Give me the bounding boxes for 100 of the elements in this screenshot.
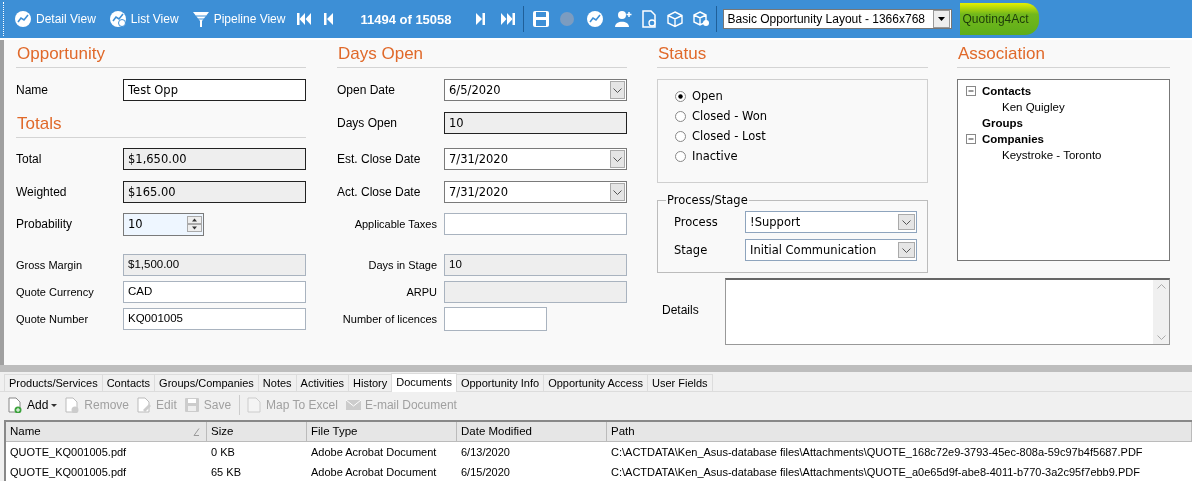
text-field[interactable]: KQ001005 [123, 308, 306, 330]
radio-button[interactable] [675, 150, 686, 162]
tab[interactable]: Groups/Companies [154, 374, 259, 391]
collapse-icon[interactable] [966, 86, 976, 96]
section-heading: Status [658, 45, 707, 62]
addon-link[interactable]: Quoting4Act [959, 3, 1039, 35]
table-cell-text: 0 KB [210, 446, 236, 458]
column-header[interactable]: Size [207, 422, 307, 441]
group-legend: Process/Stage [666, 193, 749, 207]
chart-icon[interactable] [108, 10, 127, 28]
table-cell-text: 6/15/2020 [460, 466, 511, 478]
scroll-up-icon[interactable] [1156, 284, 1166, 289]
details-field[interactable] [725, 278, 1170, 345]
tab[interactable]: Opportunity Access [543, 374, 648, 391]
caret-icon [613, 156, 622, 162]
text-field[interactable] [444, 213, 627, 235]
field-label: Days in Stage [367, 259, 438, 271]
text-field[interactable]: $1,650.00 [123, 148, 306, 170]
spinner-field[interactable]: 10 [123, 212, 204, 236]
column-header[interactable]: Path [607, 422, 1192, 441]
date-field[interactable]: 7/31/2020 [444, 148, 627, 170]
text-field[interactable]: $1,500.00 [123, 254, 306, 276]
text-field[interactable] [444, 307, 547, 331]
field-label: Details [661, 302, 700, 319]
table-cell-text: 6/13/2020 [460, 446, 511, 458]
tab[interactable]: User Fields [646, 374, 713, 391]
spin-down-icon[interactable] [187, 224, 202, 232]
radio-label[interactable]: Closed - Won [692, 109, 768, 123]
dropdown-field[interactable]: Initial Communication [745, 239, 917, 261]
table-cell-text: C:\ACTDATA\Ken_Asus-database files\Attachments\QUOTE_a0e65d9f-abe8-4011-b770-3a2c95f7ebb9.PDF [610, 466, 1141, 478]
chart-icon[interactable] [14, 10, 32, 28]
caret-icon [937, 17, 945, 21]
text-field[interactable]: CAD [123, 281, 306, 303]
radio-label[interactable]: Open [692, 89, 723, 103]
tree-item[interactable]: Companies [982, 133, 1044, 145]
scroll-down-icon[interactable] [1156, 335, 1166, 340]
field-label: Quote Number [16, 313, 90, 325]
table-cell-text: QUOTE_KQ001005.pdf [9, 446, 128, 458]
document-icon [246, 397, 264, 413]
tree-item[interactable]: Groups [982, 117, 1023, 129]
last-record-icon[interactable] [498, 10, 517, 28]
date-field[interactable]: 7/31/2020 [444, 181, 627, 203]
field-label: Name [16, 83, 49, 97]
document-icon[interactable] [639, 10, 658, 28]
text-field[interactable]: 10 [444, 254, 627, 276]
collapse-icon[interactable] [966, 134, 976, 144]
radio-label[interactable]: Closed - Lost [692, 129, 766, 143]
text-field[interactable]: $165.00 [123, 181, 306, 203]
tree-item[interactable]: Ken Quigley [1002, 101, 1065, 113]
layout-dropdown[interactable]: Basic Opportunity Layout - 1366x768 [722, 9, 952, 29]
field-label: Weighted [16, 185, 68, 199]
radio-button[interactable] [675, 90, 686, 102]
dropdown-field[interactable]: !Support [745, 211, 917, 233]
spin-up-icon[interactable] [187, 216, 202, 224]
section-heading: Opportunity [17, 45, 105, 62]
caret-icon [902, 247, 911, 253]
tab[interactable]: Documents [391, 373, 457, 392]
table-cell-text: Adobe Acrobat Document [310, 446, 438, 458]
field-label: Quote Currency [16, 286, 95, 298]
field-label: Process [674, 215, 719, 229]
tab[interactable]: History [348, 374, 393, 391]
column-header[interactable]: Name [6, 422, 207, 441]
field-label: Open Date [337, 83, 397, 97]
record-counter: 11494 of 15058 [360, 11, 452, 27]
radio-label[interactable]: Inactive [692, 149, 738, 163]
cube-icon[interactable] [665, 10, 684, 28]
first-record-icon[interactable] [295, 10, 314, 28]
radio-button[interactable] [675, 110, 686, 122]
caret-icon [902, 219, 911, 225]
chart-icon[interactable] [585, 10, 604, 28]
funnel-icon[interactable] [191, 10, 210, 28]
column-header[interactable]: File Type [307, 422, 457, 441]
text-field[interactable]: 10 [444, 112, 627, 134]
date-field[interactable]: 6/5/2020 [444, 79, 627, 101]
field-label: Act. Close Date [337, 185, 422, 199]
tree-item[interactable]: Keystroke - Toronto [1002, 149, 1102, 161]
save-icon[interactable] [531, 10, 550, 28]
section-heading: Totals [17, 115, 62, 132]
tree-item[interactable]: Contacts [982, 85, 1032, 97]
document-edit-icon [136, 397, 154, 413]
caret-icon [51, 403, 58, 407]
scrollbar[interactable] [1153, 280, 1169, 344]
radio-button[interactable] [675, 130, 686, 142]
table-cell-text: 65 KB [210, 466, 242, 478]
document-add-icon [7, 397, 24, 413]
save-icon [183, 397, 201, 413]
cube-icon[interactable] [691, 10, 710, 28]
text-field[interactable] [444, 281, 627, 303]
field-label: Total [16, 152, 43, 166]
section-heading: Association [958, 45, 1045, 62]
tab[interactable]: Products/Services [4, 374, 103, 391]
field-label: Stage [674, 243, 709, 257]
field-label: Gross Margin [16, 259, 84, 271]
add-button[interactable]: Add [7, 397, 60, 413]
person-add-icon[interactable] [613, 10, 632, 28]
tab[interactable]: Opportunity Info [455, 374, 545, 391]
column-header[interactable]: Date Modified [457, 422, 607, 441]
field-label: Est. Close Date [337, 152, 422, 166]
toolbar-grip[interactable] [3, 2, 6, 36]
text-field[interactable]: Test Opp [123, 79, 306, 101]
